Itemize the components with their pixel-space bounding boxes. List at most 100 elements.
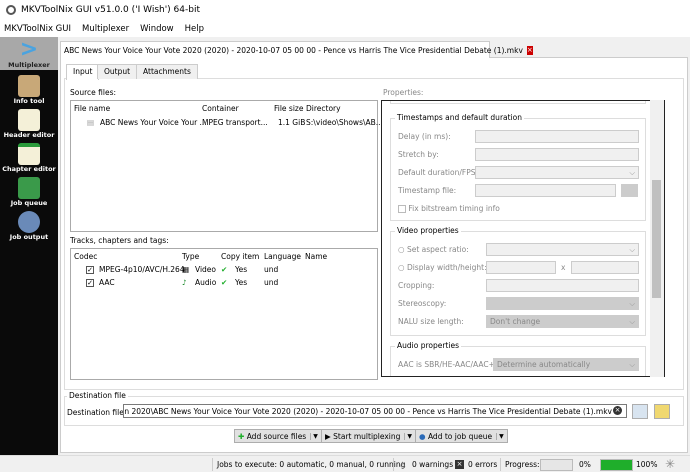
column-header[interactable]: Copy item <box>221 252 259 261</box>
track-language: und <box>264 278 279 287</box>
sidebar-label: Job output <box>9 233 49 241</box>
column-header[interactable]: Container <box>202 104 239 113</box>
column-header[interactable]: Language <box>264 252 301 261</box>
title-bar: MKVToolNix GUI v51.0.0 ('I Wish') 64-bit <box>0 0 690 20</box>
check-icon: ✔ <box>221 278 228 287</box>
track-checkbox[interactable]: ✓ <box>86 279 94 287</box>
document-tab-label: ABC News Your Voice Your Vote 2020 (2020… <box>64 45 523 55</box>
sidebar-item-multiplexer[interactable]: > Multiplexer <box>0 37 58 70</box>
aac-value: Determine automatically <box>497 360 591 369</box>
track-language: und <box>264 265 279 274</box>
file-name: ABC News Your Voice Your ... <box>100 118 207 127</box>
column-header[interactable]: File name <box>74 104 110 113</box>
scrollbar-thumb[interactable] <box>652 180 661 298</box>
progress-label: Progress: <box>505 460 540 469</box>
sidebar-label: Header editor <box>3 131 55 139</box>
window-title: MKVToolNix GUI v51.0.0 ('I Wish') 64-bit <box>21 5 200 15</box>
aac-label: AAC is SBR/HE-AAC/AAC+: <box>398 360 498 369</box>
source-files-label: Source files: <box>70 88 116 97</box>
stereoscopy-dropdown[interactable] <box>486 297 639 310</box>
fix-bitstream-checkbox[interactable] <box>398 205 406 213</box>
sidebar-item-chapter-editor[interactable]: Chapter editor <box>0 141 58 174</box>
menu-help[interactable]: Help <box>185 24 204 34</box>
error-icon: × <box>455 460 464 469</box>
jobs-status: Jobs to execute: 0 automatic, 0 manual, … <box>217 460 406 469</box>
table-row[interactable]: ▤ ABC News Your Voice Your ... MPEG tran… <box>71 118 383 130</box>
track-type: Video <box>195 265 217 274</box>
menu-window[interactable]: Window <box>140 24 174 34</box>
sidebar-label: Multiplexer <box>8 61 50 69</box>
source-files-table[interactable]: File name Container File size Directory … <box>70 100 383 232</box>
column-header[interactable]: Directory <box>306 104 341 113</box>
errors-count[interactable]: 0 errors <box>468 460 497 469</box>
job-progress-value: 0% <box>579 460 591 469</box>
tab-attachments[interactable]: Attachments <box>136 64 198 79</box>
destination-group-title: Destination file <box>67 391 128 400</box>
aspect-dropdown[interactable] <box>486 243 639 256</box>
recent-folder-icon[interactable] <box>654 404 670 419</box>
tracks-label: Tracks, chapters and tags: <box>70 236 169 245</box>
check-icon: ✔ <box>221 265 228 274</box>
duration-dropdown[interactable] <box>475 166 639 179</box>
clear-icon[interactable]: × <box>613 406 622 415</box>
header-editor-icon <box>18 109 40 131</box>
cropping-input[interactable] <box>486 279 639 292</box>
timestamp-file-input[interactable] <box>475 184 616 197</box>
stretch-input[interactable] <box>475 148 639 161</box>
close-tab-icon[interactable]: × <box>526 45 533 55</box>
save-as-icon[interactable] <box>632 404 648 419</box>
add-to-job-queue-button[interactable]: ● Add to job queue ▼ <box>415 429 508 443</box>
delay-input[interactable] <box>475 130 639 143</box>
column-header[interactable]: File size <box>274 104 303 113</box>
destination-label: Destination file: <box>67 408 127 417</box>
track-copy: Yes <box>235 278 248 287</box>
group-title: Timestamps and default duration <box>395 113 524 122</box>
previous-group <box>390 101 646 104</box>
warnings-count[interactable]: 0 warnings <box>412 460 453 469</box>
nalu-dropdown[interactable]: Don't change <box>486 315 639 328</box>
file-container: MPEG transport... <box>202 118 268 127</box>
group-title: Audio properties <box>395 341 461 350</box>
table-row[interactable]: ✓ AAC ♪ Audio ✔ Yes und <box>71 278 377 290</box>
browse-file-icon[interactable] <box>621 184 638 197</box>
tracks-table[interactable]: Codec Type Copy item Language Name ✓ MPE… <box>70 248 378 380</box>
menu-mkvtoolnix[interactable]: MKVToolNix GUI <box>4 24 71 34</box>
menu-multiplexer[interactable]: Multiplexer <box>82 24 129 34</box>
sidebar-item-header-editor[interactable]: Header editor <box>0 107 58 140</box>
play-icon: ▶ <box>325 431 331 441</box>
tab-input[interactable]: Input <box>66 64 100 80</box>
display-width-input[interactable] <box>486 261 556 274</box>
chevron-down-icon[interactable]: ▼ <box>310 432 318 440</box>
track-copy: Yes <box>235 265 248 274</box>
destination-input[interactable]: (2020)\Season 2020\ABC News Your Voice Y… <box>123 404 627 418</box>
job-progress-bar <box>540 459 573 471</box>
sidebar-label: Chapter editor <box>2 165 56 173</box>
status-bar: Jobs to execute: 0 automatic, 0 manual, … <box>0 455 690 472</box>
chevron-down-icon[interactable]: ▼ <box>496 432 504 440</box>
file-size: 1.1 GiB <box>278 118 306 127</box>
document-tab[interactable]: ABC News Your Voice Your Vote 2020 (2020… <box>60 41 533 58</box>
track-codec: AAC <box>99 278 115 287</box>
fix-bitstream-label: Fix bitstream timing info <box>408 204 500 213</box>
cropping-label: Cropping: <box>398 281 435 290</box>
audio-icon: ♪ <box>182 278 187 287</box>
destination-value: (2020)\Season 2020\ABC News Your Voice Y… <box>123 407 612 416</box>
delay-label: Delay (in ms): <box>398 132 451 141</box>
sidebar-item-job-queue[interactable]: Job queue <box>0 175 58 208</box>
column-header[interactable]: Name <box>305 252 327 261</box>
track-checkbox[interactable]: ✓ <box>86 266 94 274</box>
chevron-down-icon[interactable]: ▼ <box>404 432 412 440</box>
table-row[interactable]: ✓ MPEG-4p10/AVC/H.264 ▦ Video ✔ Yes und <box>71 265 377 277</box>
column-header[interactable]: Type <box>182 252 199 261</box>
column-header[interactable]: Codec <box>74 252 97 261</box>
multiplexer-icon: > <box>19 37 39 62</box>
sidebar-item-info-tool[interactable]: Info tool <box>0 73 58 106</box>
display-height-input[interactable] <box>571 261 639 274</box>
aac-dropdown[interactable]: Determine automatically <box>493 358 639 371</box>
track-type: Audio <box>195 278 217 287</box>
sidebar-item-job-output[interactable]: Job output <box>0 209 58 242</box>
add-source-files-button[interactable]: ✚ Add source files ▼ <box>234 429 322 443</box>
sidebar: > Multiplexer Info tool Header editor Cha… <box>0 37 58 455</box>
tab-output[interactable]: Output <box>97 64 138 79</box>
start-multiplexing-button[interactable]: ▶ Start multiplexing ▼ <box>321 429 417 443</box>
